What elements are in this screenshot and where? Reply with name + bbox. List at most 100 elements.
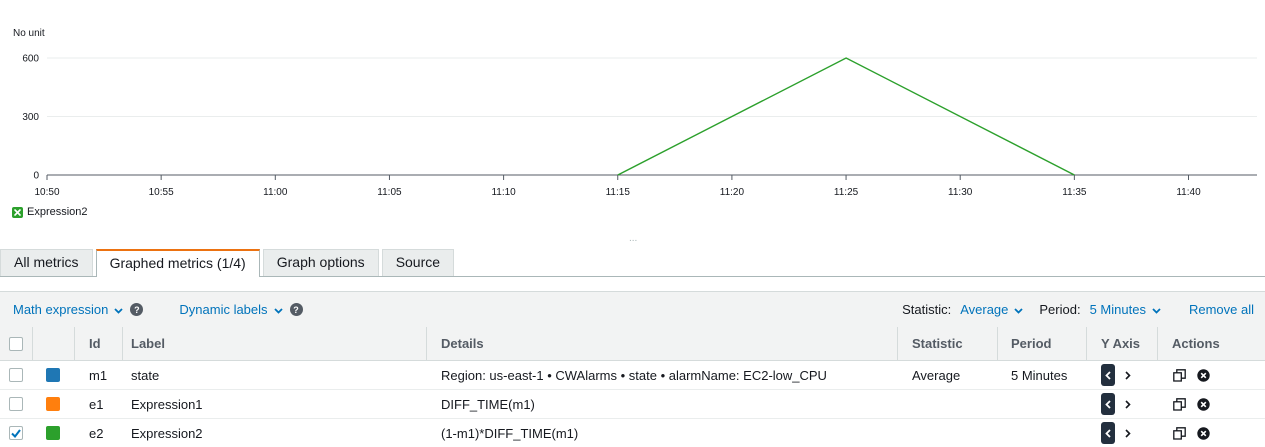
y-axis-right-button[interactable] <box>1122 393 1134 415</box>
x-tick-label: 11:15 <box>606 187 631 198</box>
dynamic-labels-dropdown[interactable]: Dynamic labels <box>179 302 283 317</box>
column-header-period[interactable]: Period <box>998 327 1087 360</box>
row-statistic <box>898 419 998 447</box>
period-label: Period: <box>1039 302 1081 317</box>
select-all-checkbox[interactable] <box>9 336 23 351</box>
chevron-down-icon <box>114 302 124 317</box>
chevron-left-icon <box>1105 399 1111 409</box>
row-id: e1 <box>89 396 104 412</box>
x-tick-label: 11:35 <box>1062 187 1087 198</box>
series-color-swatch[interactable] <box>46 426 60 440</box>
column-header-id[interactable]: Id <box>75 327 123 360</box>
tab-graphed-metrics[interactable]: Graphed metrics (1/4) <box>95 249 260 277</box>
statistic-value: Average <box>960 302 1009 317</box>
y-tick-label: 0 <box>33 171 39 182</box>
metrics-graph: No unit 0 300 600 10:50 10:55 11:00 11:05 11:10… <box>0 0 1265 248</box>
duplicate-icon[interactable] <box>1172 397 1186 411</box>
y-axis-left-button[interactable] <box>1101 364 1115 386</box>
y-axis-left-button[interactable] <box>1101 422 1115 444</box>
chevron-left-icon <box>1105 370 1111 380</box>
dynamic-labels-label: Dynamic labels <box>179 302 268 317</box>
x-tick-label: 10:55 <box>149 187 174 198</box>
row-checkbox[interactable] <box>9 397 23 411</box>
x-tick-label: 11:20 <box>720 187 745 198</box>
row-color-cell <box>33 361 75 389</box>
tab-graph-options[interactable]: Graph options <box>262 249 379 276</box>
y-tick-label: 600 <box>22 54 39 65</box>
row-y-axis-cell <box>1087 390 1158 418</box>
row-checkbox-cell <box>0 390 33 418</box>
row-checkbox[interactable] <box>9 368 23 382</box>
remove-icon[interactable] <box>1196 426 1210 440</box>
y-axis-right-button[interactable] <box>1122 364 1134 386</box>
period-value: 5 Minutes <box>1089 302 1146 317</box>
table-header-row: Id Label Details Statistic Period Y Axis… <box>0 327 1265 361</box>
table-row[interactable]: e2 Expression2 (1-m1)*DIFF_TIME(m1) <box>0 419 1265 447</box>
remove-icon[interactable] <box>1196 368 1210 382</box>
duplicate-icon[interactable] <box>1172 368 1186 382</box>
chevron-down-icon <box>1152 302 1161 317</box>
statistic-label: Statistic: <box>902 302 952 317</box>
column-header-actions: Actions <box>1172 336 1220 351</box>
line-chart: 0 300 600 10:50 10:55 11:00 11:05 11:10 11:15 11:… <box>22 54 1257 198</box>
select-all-cell <box>0 327 33 360</box>
x-tick-label: 10:50 <box>34 187 59 198</box>
series-color-swatch[interactable] <box>46 397 60 411</box>
row-checkbox-cell <box>0 419 33 447</box>
series-color-swatch[interactable] <box>46 368 60 382</box>
row-actions-cell <box>1158 390 1265 418</box>
chevron-down-icon <box>1014 302 1024 317</box>
chevron-right-icon <box>1125 370 1131 380</box>
checkmark-icon <box>11 428 21 438</box>
chevron-right-icon <box>1125 428 1131 438</box>
row-period: 5 Minutes <box>1011 367 1068 383</box>
row-period <box>998 390 1087 418</box>
table-row[interactable]: m1 state Region: us-east-1 • CWAlarms • st… <box>0 361 1265 390</box>
remove-all-button[interactable]: Remove all <box>1189 302 1254 317</box>
row-actions-cell <box>1158 419 1265 447</box>
column-header-details[interactable]: Details <box>427 327 898 360</box>
row-statistic: Average <box>912 367 961 383</box>
row-label[interactable]: Expression2 <box>123 419 427 447</box>
y-tick-label: 300 <box>22 112 39 123</box>
x-tick-label: 11:00 <box>263 187 288 198</box>
x-tick-label: 11:05 <box>377 187 402 198</box>
y-axis-right-button[interactable] <box>1122 422 1134 444</box>
row-details: Region: us-east-1 • CWAlarms • state • a… <box>441 367 827 383</box>
chevron-down-icon <box>273 302 283 317</box>
row-color-cell <box>33 419 75 447</box>
tab-source[interactable]: Source <box>381 249 455 276</box>
column-header-label[interactable]: Label <box>123 327 427 360</box>
math-expression-help-icon[interactable]: ? <box>130 303 144 316</box>
row-id: m1 <box>89 367 108 383</box>
remove-icon[interactable] <box>1196 397 1210 411</box>
table-row[interactable]: e1 Expression1 DIFF_TIME(m1) <box>0 390 1265 419</box>
y-axis-left-button[interactable] <box>1101 393 1115 415</box>
chevron-right-icon <box>1125 399 1131 409</box>
row-label[interactable]: state <box>123 361 427 389</box>
row-label[interactable]: Expression1 <box>123 390 427 418</box>
chevron-left-icon <box>1105 428 1111 438</box>
period-dropdown[interactable]: 5 Minutes <box>1090 302 1161 317</box>
color-header <box>33 327 75 360</box>
row-checkbox[interactable] <box>9 426 23 440</box>
chart-legend[interactable]: Expression2 <box>12 206 88 218</box>
tab-all-metrics[interactable]: All metrics <box>0 249 93 276</box>
math-expression-dropdown[interactable]: Math expression <box>13 302 124 317</box>
row-statistic <box>898 390 998 418</box>
graphed-metrics-toolbar: Math expression ? Dynamic labels ? Stati… <box>0 291 1265 328</box>
legend-hidden-series-icon[interactable] <box>12 206 23 218</box>
x-tick-label: 11:30 <box>948 187 973 198</box>
legend-label-expression2[interactable]: Expression2 <box>27 206 88 218</box>
metrics-tabs: All metrics Graphed metrics (1/4) Graph … <box>0 249 1265 277</box>
graph-resize-handle[interactable]: ... <box>629 233 637 244</box>
dynamic-labels-help-icon[interactable]: ? <box>289 303 303 316</box>
x-tick-label: 11:10 <box>491 187 516 198</box>
column-header-y-axis[interactable]: Y Axis <box>1087 327 1158 360</box>
column-header-statistic[interactable]: Statistic <box>898 327 998 360</box>
duplicate-icon[interactable] <box>1172 426 1186 440</box>
row-details: (1-m1)*DIFF_TIME(m1) <box>441 425 579 441</box>
statistic-dropdown[interactable]: Average <box>960 302 1024 317</box>
row-id: e2 <box>89 425 104 441</box>
row-checkbox-cell <box>0 361 33 389</box>
